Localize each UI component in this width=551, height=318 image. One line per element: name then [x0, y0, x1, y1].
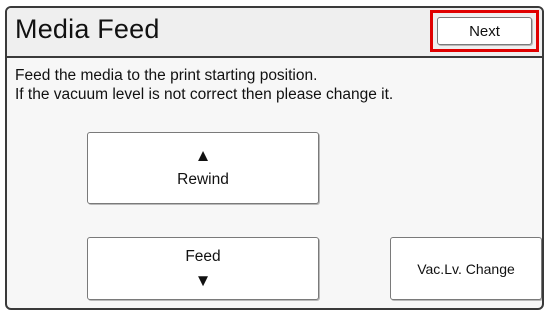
feed-button[interactable]: Feed ▼	[87, 237, 319, 300]
feed-label: Feed	[185, 247, 221, 265]
next-button[interactable]: Next	[437, 17, 532, 45]
instruction-line-2: If the vacuum level is not correct then …	[15, 86, 394, 103]
instruction-message: Feed the media to the print starting pos…	[15, 66, 393, 104]
rewind-button[interactable]: ▲ Rewind	[87, 132, 319, 204]
vacuum-level-change-button[interactable]: Vac.Lv. Change	[390, 237, 542, 300]
title-bar: Media Feed Next	[7, 8, 542, 58]
instruction-line-1: Feed the media to the print starting pos…	[15, 67, 318, 84]
page-title: Media Feed	[15, 14, 160, 44]
down-triangle-icon: ▼	[194, 270, 212, 290]
next-button-highlight: Next	[430, 10, 539, 52]
media-feed-panel: Media Feed Next Feed the media to the pr…	[5, 6, 544, 310]
up-triangle-icon: ▲	[194, 146, 212, 165]
rewind-label: Rewind	[177, 171, 229, 188]
